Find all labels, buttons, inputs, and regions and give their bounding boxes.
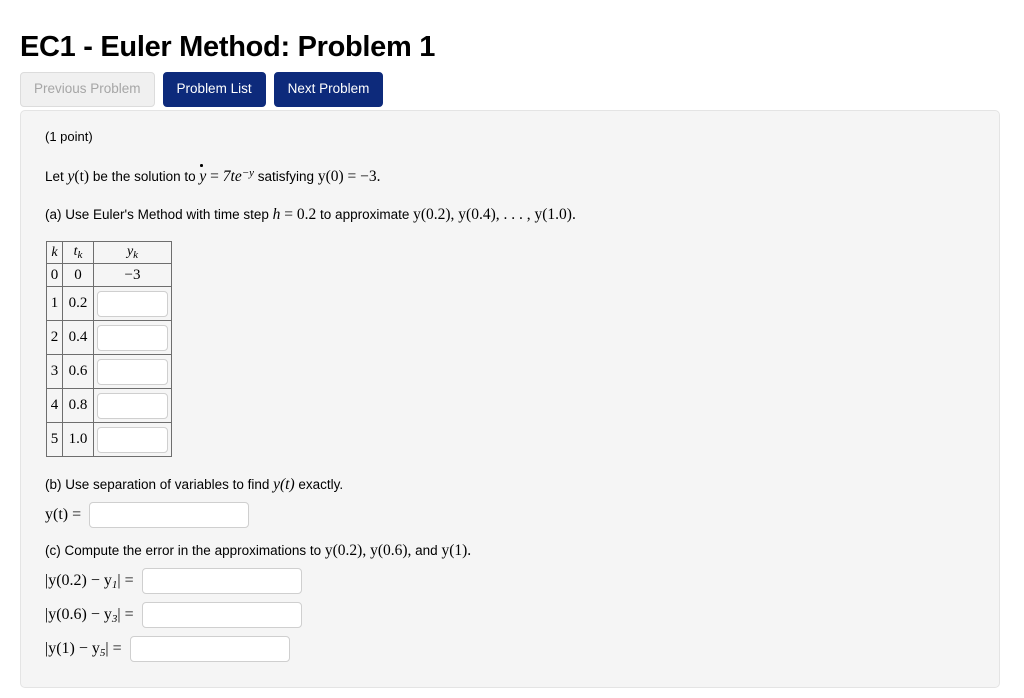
problem-list-button[interactable]: Problem List: [162, 72, 266, 107]
problem-page: EC1 - Euler Method: Problem 1 Previous P…: [0, 0, 1024, 698]
cell-t: 0.4: [62, 320, 94, 355]
cell-t: 0: [62, 263, 94, 287]
cell-k: 3: [46, 354, 63, 389]
intro-initial-condition: y(0) = −3.: [317, 168, 381, 185]
part-c-error-row-2: |y(0.6) − y3| =: [45, 602, 981, 628]
part-a-targets: y(0.2), y(0.4), . . . , y(1.0).: [413, 206, 576, 223]
euler-method-table: k tk yk 0 0 −3 1 0.2 2 0.4 3 0.6 4 0.8 5…: [46, 241, 172, 457]
part-b-prefix: (b) Use separation of variables to find: [45, 477, 274, 492]
page-title: EC1 - Euler Method: Problem 1: [20, 31, 436, 64]
part-b-answer-label: y(t) =: [45, 506, 82, 523]
part-c-prefix: (c) Compute the error in the approximati…: [45, 543, 325, 558]
intro-ydot: y: [199, 164, 207, 185]
cell-y-input: [93, 320, 172, 355]
intro-prefix: Let: [45, 169, 68, 184]
part-b-answer-input[interactable]: [89, 502, 250, 528]
part-b-suffix: exactly.: [294, 477, 344, 492]
part-a-text: (a) Use Euler's Method with time step h …: [45, 205, 981, 224]
cell-t: 1.0: [62, 422, 94, 457]
intro-variable-t: (t): [74, 168, 90, 185]
points-label: (1 point): [45, 129, 93, 144]
table-row: 5 1.0: [46, 422, 172, 457]
error-2-label: |y(0.6) − y3| =: [45, 606, 134, 625]
header-cell-k: k: [46, 241, 63, 264]
intro-middle: be the solution to: [89, 169, 200, 184]
table-header-row: k tk yk: [46, 241, 172, 264]
part-c-middle: and: [411, 543, 442, 558]
part-b-target: y(t): [273, 476, 295, 493]
cell-k: 2: [46, 320, 63, 355]
error-3-input[interactable]: [129, 636, 290, 662]
error-3-label-close: | =: [105, 639, 122, 657]
part-a-prefix: (a) Use Euler's Method with time step: [45, 207, 273, 222]
error-3-label: |y(1) − y5| =: [45, 640, 122, 659]
cell-k: 5: [46, 422, 63, 457]
table-row: 4 0.8: [46, 388, 172, 423]
intro-rhs-exponent: −y: [241, 167, 255, 179]
header-t-sub: k: [77, 249, 83, 261]
cell-k: 1: [46, 286, 63, 321]
cell-y-input: [93, 422, 172, 457]
part-c-error-row-3: |y(1) − y5| =: [45, 636, 981, 662]
cell-k: 4: [46, 388, 63, 423]
error-1-input[interactable]: [141, 568, 302, 594]
error-1-label: |y(0.2) − y1| =: [45, 572, 134, 591]
error-2-label-close: | =: [117, 605, 134, 623]
table-row: 0 0 −3: [46, 263, 172, 287]
intro-equals: =: [206, 168, 223, 185]
navigation-button-bar: Previous Problem Problem List Next Probl…: [20, 72, 384, 107]
intro-rhs-coefficient: 7te: [222, 168, 242, 185]
previous-problem-button[interactable]: Previous Problem: [20, 72, 155, 107]
cell-y-input: [93, 388, 172, 423]
part-c-error-row-1: |y(0.2) − y1| =: [45, 568, 981, 594]
problem-content-panel: (1 point) Let y(t) be the solution to y …: [20, 110, 1000, 688]
problem-intro-text: Let y(t) be the solution to y = 7te−y sa…: [45, 164, 981, 186]
y1-input[interactable]: [97, 290, 168, 317]
cell-k: 0: [46, 263, 63, 287]
cell-t: 0.2: [62, 286, 94, 321]
y2-input[interactable]: [97, 324, 168, 351]
error-2-input[interactable]: [141, 602, 302, 628]
header-cell-yk: yk: [93, 241, 172, 264]
error-2-label-open: |y(0.6) − y: [45, 605, 112, 623]
part-c-text: (c) Compute the error in the approximati…: [45, 541, 981, 560]
y4-input[interactable]: [97, 392, 168, 419]
header-k-base: k: [51, 244, 58, 260]
header-cell-tk: tk: [62, 241, 94, 264]
part-c-target-last: y(1).: [441, 542, 472, 559]
cell-t: 0.8: [62, 388, 94, 423]
header-y-sub: k: [133, 249, 139, 261]
part-a-h-value: = 0.2: [280, 206, 317, 223]
error-3-label-open: |y(1) − y: [45, 639, 100, 657]
cell-t: 0.6: [62, 354, 94, 389]
cell-y-input: [93, 286, 172, 321]
next-problem-button[interactable]: Next Problem: [273, 72, 384, 107]
cell-y-input: [93, 354, 172, 389]
y3-input[interactable]: [97, 358, 168, 385]
euler-table-container: k tk yk 0 0 −3 1 0.2 2 0.4 3 0.6 4 0.8 5…: [46, 241, 981, 457]
table-row: 2 0.4: [46, 320, 172, 355]
table-row: 1 0.2: [46, 286, 172, 321]
table-row: 3 0.6: [46, 354, 172, 389]
part-c-targets: y(0.2), y(0.6),: [324, 542, 412, 559]
part-b-answer-row: y(t) =: [45, 502, 981, 528]
intro-suffix: satisfying: [254, 169, 318, 184]
part-a-middle: to approximate: [316, 207, 414, 222]
error-1-label-open: |y(0.2) − y: [45, 571, 112, 589]
cell-y-value: −3: [93, 263, 172, 287]
part-b-text: (b) Use separation of variables to find …: [45, 475, 981, 494]
y5-input[interactable]: [97, 426, 168, 453]
error-1-label-close: | =: [117, 571, 134, 589]
